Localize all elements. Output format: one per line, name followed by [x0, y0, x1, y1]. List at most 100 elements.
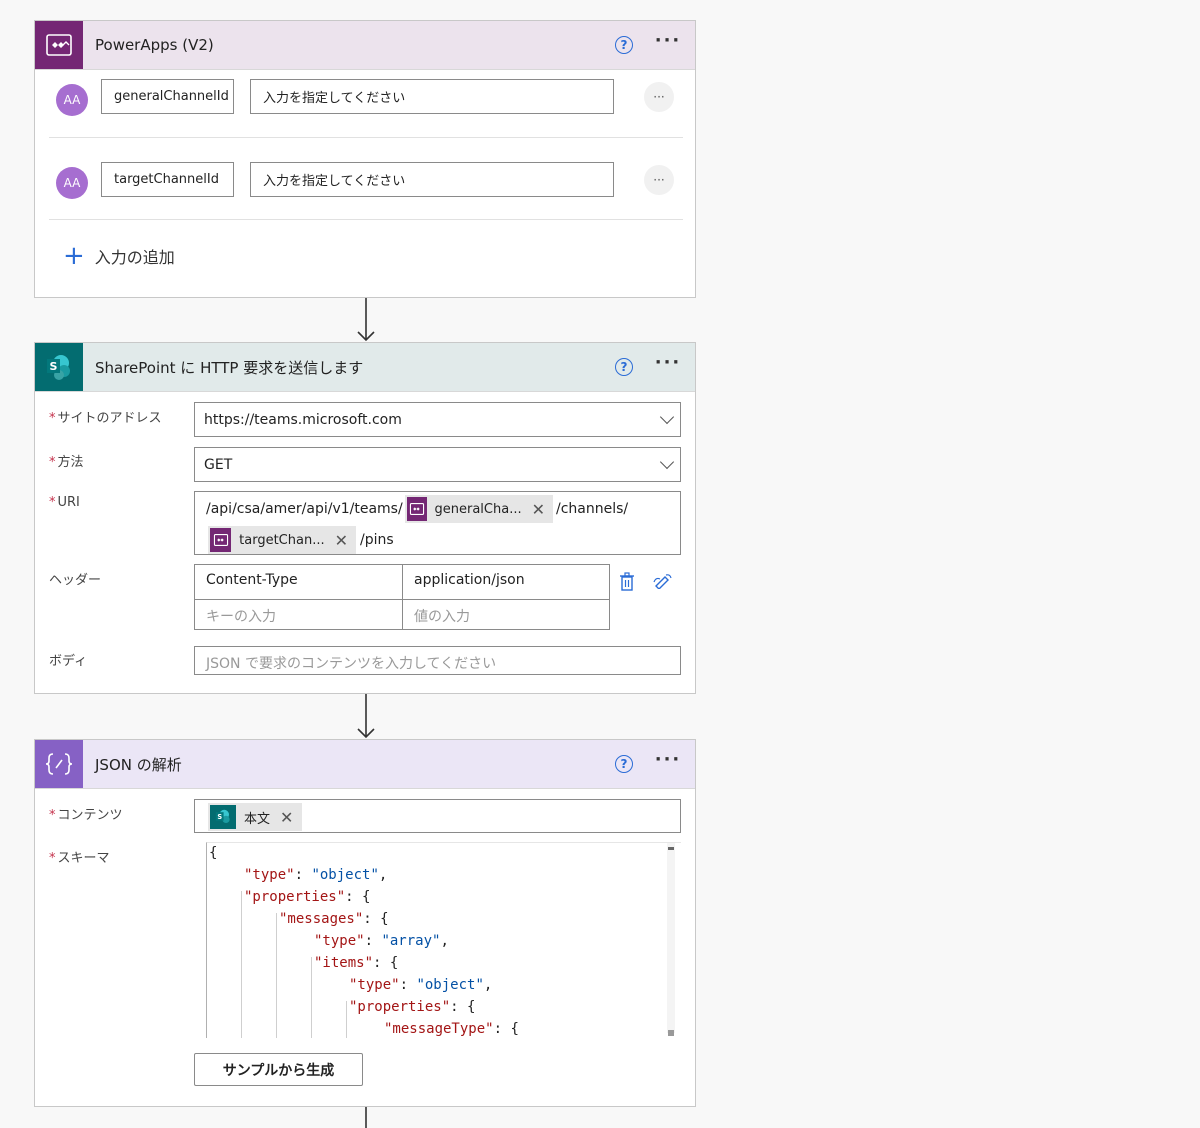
dynamic-content-token[interactable]: S 本文 ✕: [208, 803, 302, 831]
token-label: 本文: [244, 811, 271, 827]
editor-scrollbar[interactable]: [667, 843, 675, 1033]
schema-code-editor[interactable]: { "type": "object", "properties": { "messag…: [206, 842, 681, 1038]
required-marker: *: [49, 808, 56, 823]
help-icon[interactable]: ?: [615, 36, 633, 54]
powerapps-card-header[interactable]: PowerApps (V2) ? ···: [35, 21, 695, 70]
code-line: "properties": {: [349, 999, 476, 1015]
text-input-type-icon: AA: [56, 84, 88, 116]
indent-guide: [311, 957, 312, 1038]
help-icon[interactable]: ?: [615, 358, 633, 376]
required-marker: *: [49, 851, 56, 866]
sharepoint-http-card: S SharePoint に HTTP 要求を送信します ? ··· * サイトの…: [34, 342, 696, 694]
code-line: "type": "object",: [244, 867, 388, 883]
divider: [195, 599, 609, 600]
code-line: "messageType": {: [384, 1021, 519, 1037]
code-line: "messages": {: [279, 911, 389, 927]
parse-json-card-header[interactable]: JSON の解析 ? ···: [35, 740, 695, 789]
site-address-value: https://teams.microsoft.com: [204, 412, 402, 428]
body-placeholder: JSON で要求のコンテンツを入力してください: [206, 656, 497, 672]
headers-table: Content-Type application/json キーの入力 値の入力: [194, 564, 610, 630]
method-label: * 方法: [49, 455, 84, 470]
body-input[interactable]: JSON で要求のコンテンツを入力してください: [194, 646, 681, 675]
uri-text-part: /pins: [360, 532, 394, 548]
edit-mode-icon[interactable]: [653, 573, 673, 589]
svg-text:S: S: [50, 360, 58, 373]
content-input[interactable]: S 本文 ✕: [194, 799, 681, 833]
flow-arrow-icon: [357, 298, 375, 342]
powerapps-title: PowerApps (V2): [95, 36, 214, 54]
divider: [402, 565, 403, 629]
token-label: generalCha...: [434, 501, 522, 517]
more-options-icon[interactable]: ···: [653, 751, 683, 773]
input-options-icon[interactable]: ···: [644, 82, 674, 112]
flow-arrow-icon: [365, 1107, 367, 1128]
more-options-icon[interactable]: ···: [653, 354, 683, 376]
body-label: ボディ: [49, 654, 88, 669]
divider: [49, 219, 683, 220]
indent-guide: [276, 913, 277, 1038]
code-line: "items": {: [314, 955, 399, 971]
dynamic-content-token[interactable]: targetChan... ✕: [208, 526, 356, 554]
plus-icon: +: [63, 241, 85, 271]
header-value-input[interactable]: 値の入力: [414, 606, 470, 626]
required-marker: *: [49, 455, 56, 470]
close-icon[interactable]: ✕: [532, 500, 545, 519]
content-label: * コンテンツ: [49, 808, 123, 823]
more-options-icon[interactable]: ···: [653, 32, 683, 54]
sharepoint-icon: S: [35, 343, 83, 391]
sharepoint-card-header[interactable]: S SharePoint に HTTP 要求を送信します ? ···: [35, 343, 695, 392]
divider: [49, 137, 683, 138]
uri-label: * URI: [49, 495, 80, 510]
indent-guide: [346, 1001, 347, 1038]
code-line: {: [209, 845, 218, 861]
powerapps-icon: [210, 528, 232, 552]
add-input-button[interactable]: + 入力の追加: [63, 241, 175, 271]
parse-json-card: JSON の解析 ? ··· * コンテンツ S 本文 ✕ * スキーマ {"…: [34, 739, 696, 1107]
text-input-type-icon: AA: [56, 167, 88, 199]
required-marker: *: [49, 411, 56, 426]
help-icon[interactable]: ?: [615, 755, 633, 773]
svg-text:S: S: [217, 813, 222, 821]
headers-label: ヘッダー: [49, 573, 102, 588]
token-label: targetChan...: [239, 532, 325, 548]
uri-text-part: /channels/: [556, 501, 629, 517]
powerapps-icon: [35, 21, 83, 69]
header-key-input[interactable]: キーの入力: [206, 606, 276, 626]
add-input-label: 入力の追加: [94, 248, 175, 267]
trash-icon[interactable]: [619, 572, 635, 592]
scroll-thumb-icon[interactable]: [668, 847, 674, 850]
parse-json-title: JSON の解析: [95, 755, 182, 774]
required-marker: *: [49, 495, 56, 510]
scroll-corner-icon: [668, 1030, 674, 1036]
powerapps-icon: [407, 497, 427, 521]
chevron-down-icon[interactable]: [659, 454, 675, 470]
method-dropdown[interactable]: GET: [194, 447, 681, 482]
header-key-field[interactable]: Content-Type: [206, 572, 298, 588]
close-icon[interactable]: ✕: [335, 531, 348, 550]
uri-input[interactable]: /api/csa/amer/api/v1/teams/ generalCha..…: [194, 491, 681, 555]
method-value: GET: [204, 457, 233, 473]
indent-guide: [241, 891, 242, 1038]
site-address-dropdown[interactable]: https://teams.microsoft.com: [194, 402, 681, 437]
uri-text-part: /api/csa/amer/api/v1/teams/: [206, 501, 403, 517]
input-name-field[interactable]: generalChannelId: [101, 79, 234, 114]
generate-from-sample-button[interactable]: サンプルから生成: [194, 1053, 363, 1086]
input-placeholder-field[interactable]: 入力を指定してください: [250, 79, 614, 114]
sharepoint-icon: S: [210, 805, 236, 829]
close-icon[interactable]: ✕: [280, 808, 293, 827]
input-placeholder-field[interactable]: 入力を指定してください: [250, 162, 614, 197]
site-address-label: * サイトのアドレス: [49, 411, 162, 426]
code-line: "type": "object",: [349, 977, 493, 993]
json-braces-icon: [35, 740, 83, 788]
sharepoint-title: SharePoint に HTTP 要求を送信します: [95, 358, 364, 377]
schema-label: * スキーマ: [49, 851, 110, 866]
chevron-down-icon[interactable]: [659, 409, 675, 425]
flow-arrow-icon: [357, 694, 375, 739]
powerapps-trigger-card: PowerApps (V2) ? ··· AA generalChannelId…: [34, 20, 696, 298]
header-value-field[interactable]: application/json: [414, 572, 525, 588]
code-line: "type": "array",: [314, 933, 449, 949]
input-options-icon[interactable]: ···: [644, 165, 674, 195]
input-name-field[interactable]: targetChannelId: [101, 162, 234, 197]
code-line: "properties": {: [244, 889, 371, 905]
dynamic-content-token[interactable]: generalCha... ✕: [405, 495, 553, 523]
